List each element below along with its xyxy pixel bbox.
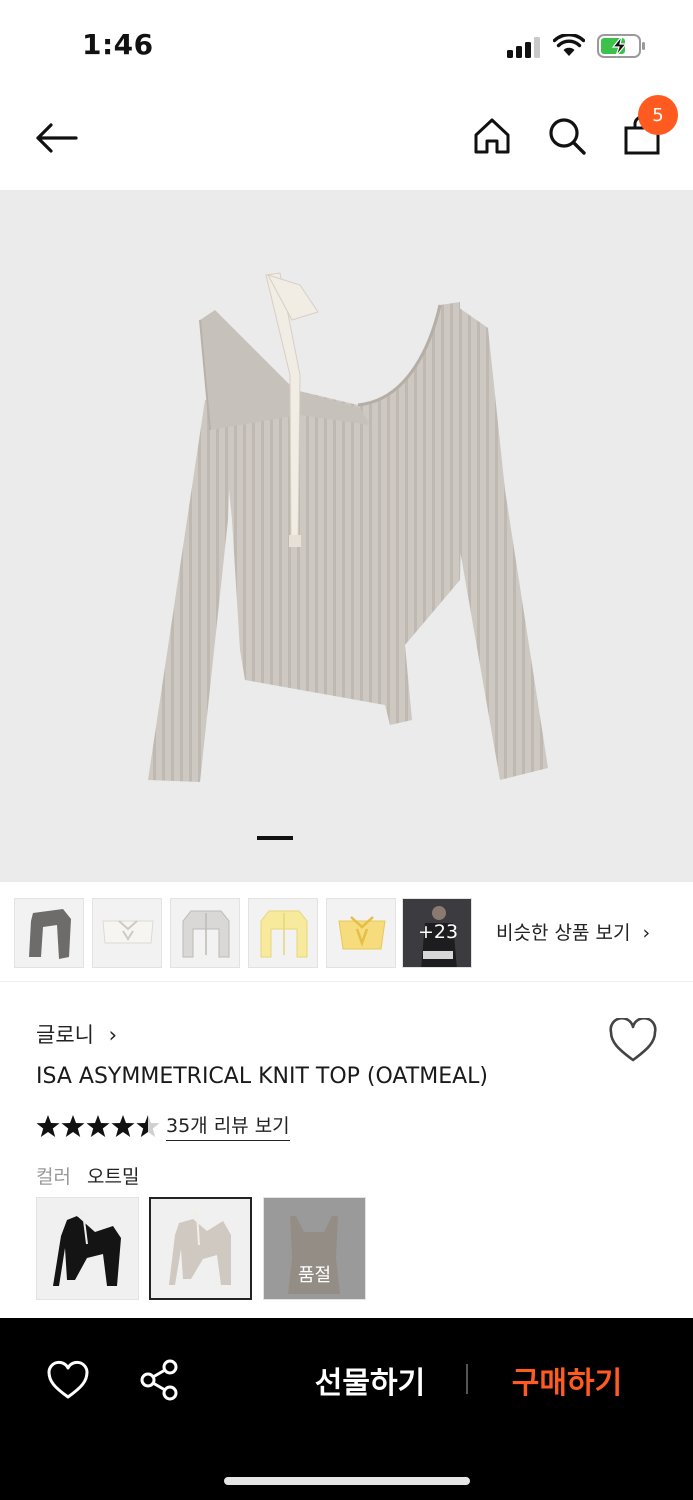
back-button[interactable] <box>28 110 84 166</box>
color-value: 오트밀 <box>87 1166 140 1188</box>
color-swatch-oatmeal[interactable] <box>149 1197 252 1300</box>
chevron-right-icon: › <box>108 1023 118 1047</box>
search-icon <box>549 118 586 155</box>
thumbnail-image <box>102 920 154 944</box>
half-star-icon <box>136 1115 160 1137</box>
color-swatch-black[interactable] <box>36 1197 139 1300</box>
thumbnail-image <box>260 910 308 958</box>
thumbnail-more-photos[interactable]: +23 <box>402 898 472 968</box>
product-title: ISA ASYMMETRICAL KNIT TOP (OATMEAL) <box>36 1064 488 1089</box>
heart-icon[interactable] <box>46 1360 90 1400</box>
wifi-icon <box>553 34 585 56</box>
home-indicator[interactable] <box>224 1477 470 1485</box>
star-icon <box>86 1115 110 1137</box>
related-thumbnails: +23 비슷한 상품 보기 › <box>0 884 693 982</box>
button-divider <box>466 1364 468 1394</box>
share-icon[interactable] <box>138 1358 180 1402</box>
gallery-page-indicator <box>257 836 293 840</box>
thumbnail-image <box>338 916 386 950</box>
star-rating <box>36 1115 160 1137</box>
top-nav <box>0 92 693 190</box>
star-icon <box>61 1115 85 1137</box>
heart-icon[interactable] <box>608 1018 658 1064</box>
product-image-gallery[interactable] <box>0 190 693 882</box>
thumbnail-white-bow-top[interactable] <box>92 898 162 968</box>
battery-charging-icon <box>597 34 645 58</box>
sold-out-label: 품절 <box>297 1265 332 1286</box>
gift-button[interactable]: 선물하기 <box>290 1358 450 1402</box>
star-icon <box>36 1115 60 1137</box>
product-image <box>148 272 548 782</box>
thumbnail-image <box>29 909 71 959</box>
color-label: 컬러 <box>36 1166 71 1188</box>
thumbnail-image <box>182 910 230 958</box>
similar-products-link[interactable]: 비슷한 상품 보기 › <box>496 918 650 945</box>
status-bar: 1:46 <box>0 0 693 92</box>
back-arrow-icon <box>36 123 78 153</box>
star-icon <box>111 1115 135 1137</box>
thumbnail-grey-cardigan[interactable] <box>170 898 240 968</box>
thumbnail-yellow-cardigan[interactable] <box>248 898 318 968</box>
thumbnail-black-knit-top[interactable] <box>14 898 84 968</box>
brand-link[interactable]: 글로니 › <box>36 1019 117 1049</box>
bottom-action-bar: 선물하기 구매하기 <box>0 1318 693 1500</box>
cart-count-badge: 5 <box>638 95 678 135</box>
color-row: 컬러 오트밀 <box>36 1162 139 1189</box>
home-button[interactable] <box>466 108 518 164</box>
status-time: 1:46 <box>82 28 154 61</box>
reviews-link[interactable]: 35개 리뷰 보기 <box>166 1111 290 1141</box>
rating-row: 35개 리뷰 보기 <box>36 1111 290 1141</box>
color-swatch-beige[interactable]: 품절 <box>263 1197 366 1300</box>
brand-name: 글로니 <box>36 1023 94 1047</box>
search-button[interactable] <box>540 108 594 164</box>
buy-button[interactable]: 구매하기 <box>490 1358 644 1402</box>
more-photos-count: +23 <box>417 921 459 943</box>
chevron-right-icon: › <box>642 922 651 944</box>
similar-products-label: 비슷한 상품 보기 <box>496 922 631 944</box>
swatch-image <box>169 1211 231 1285</box>
thumbnail-yellow-bow-top[interactable] <box>326 898 396 968</box>
home-icon <box>474 118 510 154</box>
signal-icon <box>507 36 543 58</box>
swatch-image <box>53 1210 121 1286</box>
